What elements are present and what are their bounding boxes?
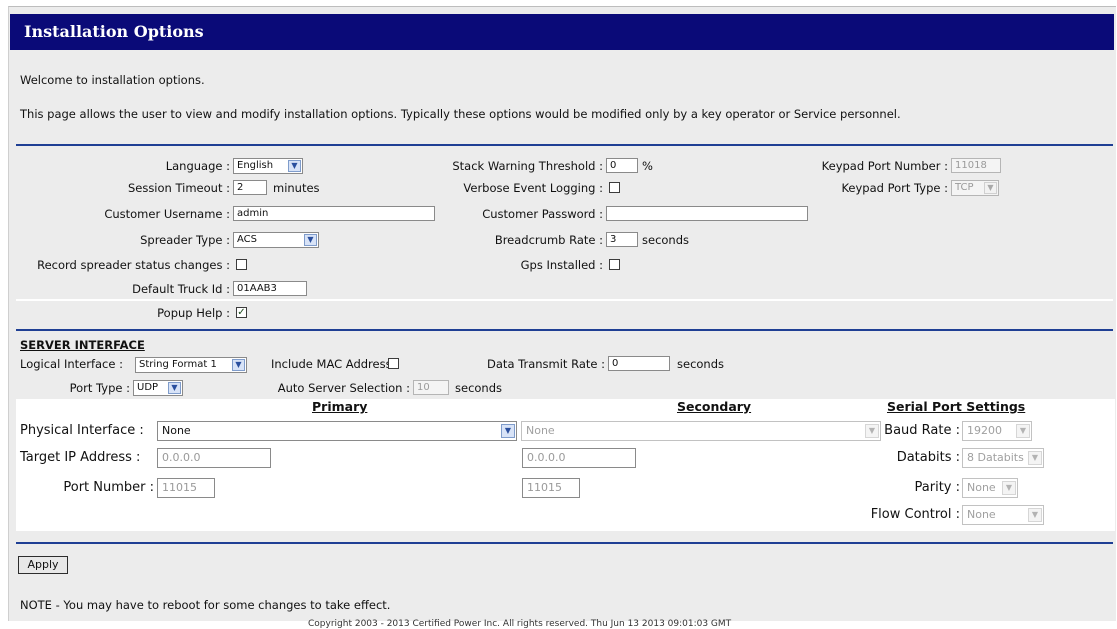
secondary-physical-value: None [526, 424, 555, 437]
data-transmit-label: Data Transmit Rate : [487, 357, 605, 371]
port-number-label: Port Number : [63, 480, 154, 495]
apply-button[interactable]: Apply [18, 556, 68, 574]
page-title: Installation Options [10, 14, 1114, 50]
target-ip-label: Target IP Address : [20, 450, 141, 465]
primary-physical-value: None [162, 424, 191, 437]
chevron-down-icon: ▼ [1016, 424, 1030, 438]
customer-username-label: Customer Username : [104, 207, 230, 221]
highlight-line [16, 299, 1113, 301]
breadcrumb-rate-label: Breadcrumb Rate : [494, 233, 603, 247]
baud-rate-select[interactable]: 19200 ▼ [962, 421, 1032, 441]
customer-password-label: Customer Password : [482, 207, 603, 221]
databits-label: Databits : [896, 450, 960, 465]
welcome-text: Welcome to installation options. [20, 73, 205, 87]
port-type-select[interactable]: UDP ▼ [133, 380, 183, 396]
stack-warning-label: Stack Warning Threshold : [452, 159, 603, 173]
auto-server-input[interactable]: 10 [413, 380, 449, 395]
primary-header: Primary [312, 399, 368, 414]
logical-interface-select[interactable]: String Format 1 ▼ [135, 357, 247, 373]
verbose-logging-label: Verbose Event Logging : [463, 181, 603, 195]
keypad-port-number-input[interactable]: 11018 [951, 158, 1001, 173]
stack-warning-unit: % [642, 159, 653, 173]
chevron-down-icon: ▼ [232, 359, 245, 371]
spreader-type-select[interactable]: ACS ▼ [233, 232, 319, 248]
parity-select[interactable]: None ▼ [962, 478, 1018, 498]
gps-installed-checkbox[interactable] [609, 259, 620, 270]
flow-control-select[interactable]: None ▼ [962, 505, 1044, 525]
secondary-header: Secondary [677, 399, 752, 414]
stack-warning-input[interactable]: 0 [606, 158, 638, 173]
session-timeout-input[interactable]: 2 [233, 180, 267, 195]
server-interface-title: SERVER INTERFACE [20, 338, 145, 352]
breadcrumb-rate-unit: seconds [642, 233, 690, 247]
language-select[interactable]: English ▼ [233, 158, 303, 174]
divider [16, 542, 1113, 544]
spreader-type-label: Spreader Type : [140, 233, 230, 247]
physical-interface-label: Physical Interface : [20, 423, 144, 438]
language-label: Language : [165, 159, 230, 173]
gps-installed-label: Gps Installed : [520, 258, 603, 272]
default-truck-id-input[interactable]: 01AAB3 [233, 281, 307, 296]
include-mac-label: Include MAC Address : [271, 357, 400, 371]
record-spreader-label: Record spreader status changes : [37, 258, 230, 272]
reboot-note: NOTE - You may have to reboot for some c… [20, 598, 391, 612]
checkmark-icon: ✓ [237, 307, 246, 318]
flow-control-label: Flow Control : [870, 507, 960, 522]
parity-value: None [967, 481, 996, 494]
divider [16, 329, 1113, 331]
port-type-label: Port Type : [69, 381, 130, 395]
session-timeout-label: Session Timeout : [127, 181, 230, 195]
page-frame: Installation Options Welcome to installa… [0, 0, 1117, 629]
primary-port-number-input[interactable]: 11015 [157, 478, 215, 498]
data-transmit-unit: seconds [677, 357, 725, 371]
logical-interface-value: String Format 1 [139, 359, 217, 370]
baud-rate-value: 19200 [967, 424, 1002, 437]
popup-help-checkbox[interactable]: ✓ [236, 307, 247, 318]
keypad-port-number-label: Keypad Port Number : [821, 159, 948, 173]
primary-physical-interface-select[interactable]: None ▼ [157, 421, 517, 441]
logical-interface-label: Logical Interface : [20, 357, 123, 371]
keypad-port-type-label: Keypad Port Type : [841, 181, 948, 195]
databits-value: 8 Databits [967, 451, 1024, 464]
default-truck-id-label: Default Truck Id : [132, 282, 230, 296]
port-type-value: UDP [137, 382, 159, 393]
chevron-down-icon: ▼ [1028, 508, 1042, 522]
popup-help-label: Popup Help : [157, 306, 230, 320]
primary-target-ip-input[interactable]: 0.0.0.0 [157, 448, 271, 468]
divider [16, 144, 1113, 146]
customer-password-input[interactable] [606, 206, 808, 221]
verbose-logging-checkbox[interactable] [609, 182, 620, 193]
serial-port-header: Serial Port Settings [887, 399, 1026, 414]
chevron-down-icon: ▼ [168, 382, 181, 394]
secondary-port-number-input[interactable]: 11015 [522, 478, 580, 498]
data-transmit-input[interactable]: 0 [608, 356, 670, 371]
keypad-port-type-value: TCP [955, 182, 974, 193]
chevron-down-icon: ▼ [304, 234, 317, 246]
chevron-down-icon: ▼ [984, 182, 997, 194]
language-value: English [237, 160, 274, 171]
chevron-down-icon: ▼ [288, 160, 301, 172]
flow-control-value: None [967, 508, 996, 521]
parity-label: Parity : [914, 480, 960, 495]
chevron-down-icon: ▼ [501, 424, 515, 438]
breadcrumb-rate-input[interactable]: 3 [606, 232, 638, 247]
chevron-down-icon: ▼ [1002, 481, 1016, 495]
baud-rate-label: Baud Rate : [884, 423, 960, 438]
include-mac-checkbox[interactable] [388, 358, 399, 369]
keypad-port-type-select[interactable]: TCP ▼ [951, 180, 999, 196]
session-timeout-unit: minutes [273, 181, 320, 195]
secondary-target-ip-input[interactable]: 0.0.0.0 [522, 448, 636, 468]
auto-server-label: Auto Server Selection : [277, 381, 410, 395]
spreader-type-value: ACS [237, 234, 257, 245]
description-text: This page allows the user to view and mo… [20, 107, 901, 121]
databits-select[interactable]: 8 Databits ▼ [962, 448, 1044, 468]
record-spreader-checkbox[interactable] [236, 259, 247, 270]
auto-server-unit: seconds [455, 381, 503, 395]
secondary-physical-interface-select[interactable]: None ▼ [521, 421, 881, 441]
chevron-down-icon: ▼ [1028, 451, 1042, 465]
